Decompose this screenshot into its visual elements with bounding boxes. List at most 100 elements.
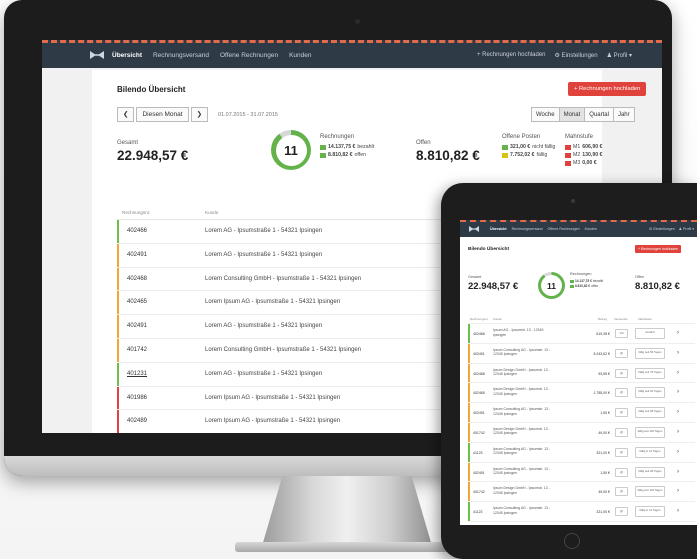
chevron-right-icon[interactable]: ›	[677, 389, 679, 395]
nav-item-rechnungsversand[interactable]: Rechnungsversand	[153, 52, 209, 59]
tablet-due-status[interactable]: fällig seit 28 Tagen	[635, 466, 665, 478]
tablet-table-row[interactable]: 41123 Ipsum Consulting AG - Ipsumstr. 13 …	[468, 502, 695, 522]
tablet-sent-badge[interactable]: 1/2	[615, 329, 628, 338]
tablet-invoice-number[interactable]: 41123	[473, 510, 482, 514]
tablet-table-row[interactable]: 402491 Ipsum Consulting AG - Ipsumstr. 13…	[468, 403, 695, 423]
nav-upload-link[interactable]: + Rechnungen hochladen	[477, 52, 546, 59]
tablet-due-status[interactable]: bezahlt	[635, 328, 665, 339]
tablet-table-row[interactable]: 401742 Ipsum Design GmbH - Ipsumstr. 13 -…	[468, 422, 695, 443]
tablet-due-status[interactable]: fällig in 13 Tagen	[635, 446, 665, 458]
invoice-number[interactable]: 401986	[127, 395, 147, 401]
tablet-status-stripe	[468, 462, 470, 482]
tablet-nav-settings[interactable]: ⚙ Einstellungen	[649, 227, 675, 231]
tablet-home-button[interactable]	[564, 533, 580, 549]
camera-dot	[355, 19, 360, 24]
tablet-invoice-number[interactable]: 402491	[473, 471, 485, 475]
tablet-due-status[interactable]: fällig seit 28 Tagen	[635, 407, 665, 419]
tablet-due-status[interactable]: fällig seit 104 Tagen	[635, 486, 665, 498]
next-period-button[interactable]: ❯	[190, 107, 209, 122]
chevron-right-icon[interactable]: ›	[677, 488, 679, 494]
tablet-invoice-number[interactable]: 402491	[473, 411, 485, 415]
tablet-nav-rechnungsversand[interactable]: Rechnungsversand	[512, 227, 543, 231]
tablet-table-row[interactable]: 402491 Ipsum Consulting AG - Ipsumstr. 13…	[468, 462, 695, 483]
tablet-table-row[interactable]: 402465 Ipsum Design GmbH - Ipsumstr. 13 -…	[468, 383, 695, 404]
tablet-invoice-number[interactable]: 41123	[473, 451, 482, 455]
header-customer[interactable]: Kunde	[205, 210, 218, 215]
chevron-right-icon[interactable]: ›	[677, 370, 679, 376]
chevron-right-icon[interactable]: ›	[677, 508, 679, 514]
tablet-sent-badge[interactable]: @	[615, 487, 628, 497]
range-quartal[interactable]: Quartal	[584, 107, 614, 122]
tablet-sent-badge[interactable]: @	[615, 467, 628, 477]
tablet-header-status[interactable]: Zahlstatus	[638, 317, 652, 321]
tablet-table-row[interactable]: 401742 Ipsum Design GmbH - Ipsumstr. 13 -…	[468, 482, 695, 503]
chevron-right-icon[interactable]: ›	[677, 469, 679, 475]
prev-period-button[interactable]: ❮	[117, 107, 135, 122]
invoice-number[interactable]: 402468	[127, 276, 147, 282]
range-jahr[interactable]: Jahr	[612, 107, 635, 122]
tablet-invoice-number[interactable]: 401742	[473, 431, 485, 435]
upload-invoices-button[interactable]: + Rechnungen hochladen	[568, 82, 647, 96]
tablet-sent-badge[interactable]: @	[615, 408, 628, 418]
invoice-number[interactable]: 402489	[127, 418, 147, 424]
tablet-nav-kunden[interactable]: Kunden	[585, 227, 597, 231]
invoice-number[interactable]: 402491	[127, 252, 147, 258]
tablet-invoice-number[interactable]: 402465	[473, 391, 485, 395]
tablet-due-status[interactable]: fällig seit 62 Tagen	[635, 387, 665, 399]
nav-item-offene-rechnungen[interactable]: Offene Rechnungen	[220, 52, 278, 59]
tablet-due-status[interactable]: fällig seit 56 Tagen	[635, 347, 665, 359]
tablet-invoice-amount: 49,00 €	[598, 490, 610, 495]
range-monat[interactable]: Monat	[558, 107, 586, 122]
tablet-header-number[interactable]: Rechnungsnr.	[470, 317, 489, 321]
tablet-invoice-number[interactable]: 402491	[473, 352, 485, 356]
tablet-sent-badge[interactable]: @	[615, 388, 628, 398]
invoice-number[interactable]: 402466	[127, 228, 147, 234]
tablet-header-amount[interactable]: Betrag	[598, 317, 607, 321]
tablet-nav-profile[interactable]: ♟ Profil ▾	[679, 227, 694, 231]
tablet-sent-badge[interactable]: @	[615, 507, 628, 517]
customer-name: Lorem Ipsum AG - Ipsumstraße 1 - 54321 I…	[205, 418, 341, 425]
chevron-right-icon[interactable]: ›	[677, 409, 679, 415]
current-period-button[interactable]: Diesen Monat	[136, 107, 189, 122]
tablet-sent-badge[interactable]: @	[615, 348, 628, 358]
bilendo-logo-icon[interactable]	[90, 51, 104, 59]
nav-item-kunden[interactable]: Kunden	[289, 52, 311, 59]
tablet-table-row[interactable]: 402466 Ipsum AG - Ipsumstr. 13 - 12345 Ip…	[468, 324, 695, 344]
invoice-number[interactable]: 402465	[127, 299, 147, 305]
customer-name: Lorem Consulting GmbH - Ipsumstraße 1 - …	[205, 275, 362, 282]
chevron-right-icon[interactable]: ›	[677, 449, 679, 455]
chevron-right-icon[interactable]: ›	[677, 429, 679, 435]
tablet-invoice-amount: 619,35 €	[596, 332, 610, 336]
tablet-sent-badge[interactable]: @	[615, 447, 628, 457]
tablet-upload-button[interactable]: + Rechnungen hochladen	[635, 245, 681, 253]
tablet-nav-offene-rechnungen[interactable]: Offene Rechnungen	[548, 227, 580, 231]
customer-name: Lorem Ipsum AG - Ipsumstraße 1 - 54321 I…	[205, 394, 341, 401]
nav-profile-menu[interactable]: ♟ Profil ▾	[607, 52, 632, 59]
tablet-table-row[interactable]: 41123 Ipsum Consulting AG - Ipsumstr. 13 …	[468, 442, 695, 463]
tablet-logo-icon[interactable]	[469, 226, 479, 232]
legend-m1: M1 606,90 €	[565, 144, 604, 150]
tablet-header-customer[interactable]: Kunde	[493, 317, 502, 321]
nav-settings-link[interactable]: ⚙ Einstellungen	[555, 52, 598, 59]
invoice-number[interactable]: 402491	[127, 323, 147, 329]
tablet-due-status[interactable]: fällig seit 104 Tagen	[635, 426, 665, 438]
chevron-right-icon[interactable]: ›	[677, 350, 679, 356]
tablet-due-status[interactable]: fällig in 13 Tagen	[635, 506, 665, 518]
tablet-table-row[interactable]: 402468 Ipsum Design GmbH - Ipsumstr. 13 -…	[468, 363, 695, 384]
header-invoice-number[interactable]: Rechnungsnr.	[122, 210, 150, 215]
tablet-invoice-number[interactable]: 402466	[473, 332, 485, 336]
invoice-number[interactable]: 401742	[127, 347, 147, 353]
tablet-header-sent[interactable]: Versendet	[614, 317, 628, 321]
tablet-nav-uebersicht[interactable]: Übersicht	[490, 227, 507, 231]
tablet-sent-badge[interactable]: @	[615, 427, 628, 437]
invoice-number[interactable]: 401231	[127, 371, 147, 377]
tablet-sent-badge[interactable]: @	[615, 368, 628, 378]
tablet-table-row[interactable]: 402491 Ipsum Consulting AG - Ipsumstr. 13…	[468, 343, 695, 364]
nav-item-uebersicht[interactable]: Übersicht	[112, 52, 142, 59]
chevron-right-icon[interactable]: ›	[677, 330, 679, 336]
range-woche[interactable]: Woche	[531, 107, 560, 122]
dunning-label: Mahnstufe	[565, 134, 594, 140]
tablet-due-status[interactable]: fällig seit 76 Tagen	[635, 367, 665, 379]
tablet-invoice-number[interactable]: 401742	[473, 490, 485, 494]
tablet-invoice-number[interactable]: 402468	[473, 372, 485, 376]
